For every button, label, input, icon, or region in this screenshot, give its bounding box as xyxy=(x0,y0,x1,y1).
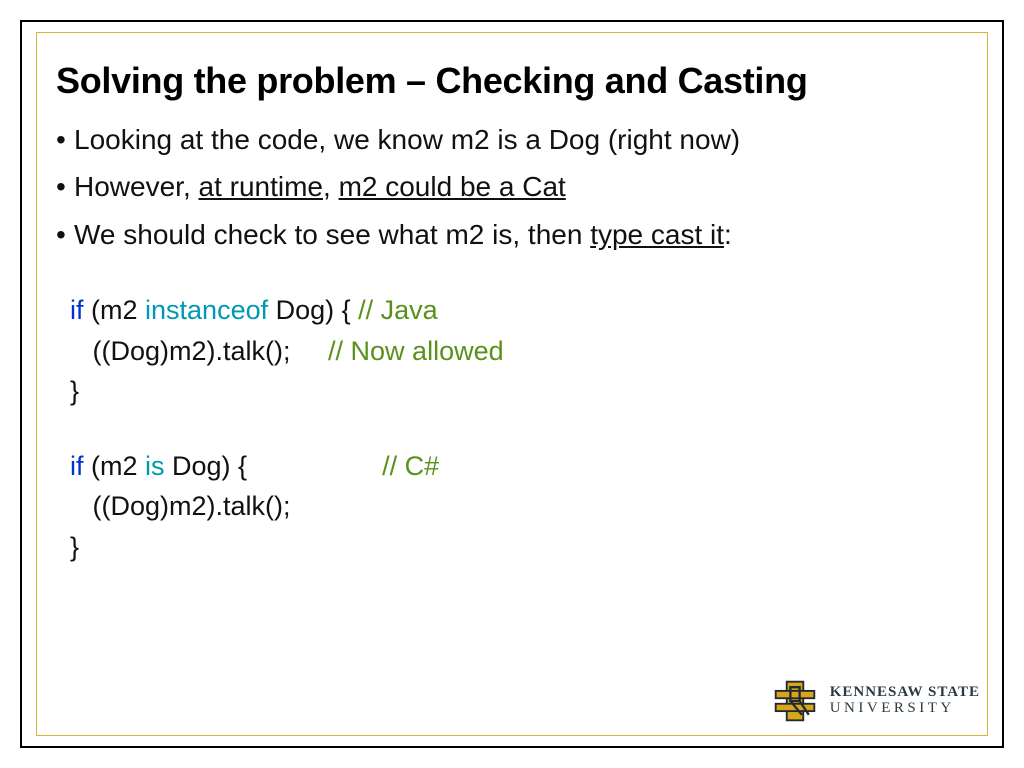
code-block-csharp: if (m2 is Dog) { // C# ((Dog)m2).talk();… xyxy=(70,446,968,568)
bullet-mark: • xyxy=(56,213,74,256)
slide-content: Solving the problem – Checking and Casti… xyxy=(56,60,968,718)
bullet-text: However, at runtime, m2 could be a Cat xyxy=(74,165,566,208)
code-line: } xyxy=(70,527,968,568)
bullet-item: • We should check to see what m2 is, the… xyxy=(56,213,968,256)
bullet-list: • Looking at the code, we know m2 is a D… xyxy=(56,118,968,256)
code-line: ((Dog)m2).talk(); xyxy=(70,486,968,527)
bullet-mark: • xyxy=(56,118,74,161)
code-block-java: if (m2 instanceof Dog) { // Java ((Dog)m… xyxy=(70,290,968,412)
bullet-text: We should check to see what m2 is, then … xyxy=(74,213,732,256)
logo-line2: UNIVERSITY xyxy=(830,701,980,717)
code-line: if (m2 is Dog) { // C# xyxy=(70,446,968,487)
logo-line1: KENNESAW STATE xyxy=(830,685,980,701)
ksu-logo-icon xyxy=(772,678,818,724)
university-logo: KENNESAW STATE UNIVERSITY xyxy=(772,678,980,724)
code-line: if (m2 instanceof Dog) { // Java xyxy=(70,290,968,331)
logo-text: KENNESAW STATE UNIVERSITY xyxy=(830,685,980,717)
bullet-text: Looking at the code, we know m2 is a Dog… xyxy=(74,118,740,161)
bullet-item: • However, at runtime, m2 could be a Cat xyxy=(56,165,968,208)
code-line: ((Dog)m2).talk(); // Now allowed xyxy=(70,331,968,372)
slide-title: Solving the problem – Checking and Casti… xyxy=(56,60,968,102)
bullet-item: • Looking at the code, we know m2 is a D… xyxy=(56,118,968,161)
bullet-mark: • xyxy=(56,165,74,208)
code-line: } xyxy=(70,371,968,412)
